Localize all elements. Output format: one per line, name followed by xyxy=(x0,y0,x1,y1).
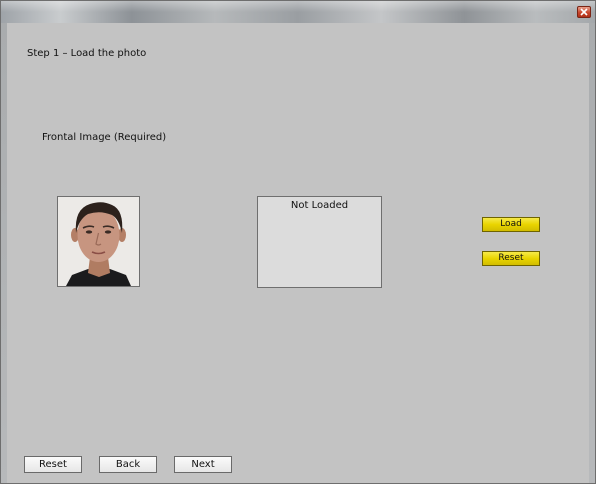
step-title: Step 1 – Load the photo xyxy=(27,48,147,59)
window-frame-right xyxy=(589,23,595,483)
close-icon xyxy=(580,8,588,16)
image-preview-box: Not Loaded xyxy=(257,196,382,288)
frontal-image-label: Frontal Image (Required) xyxy=(42,132,167,143)
next-button[interactable]: Next xyxy=(174,456,232,473)
title-bar[interactable] xyxy=(1,1,595,23)
face-photo xyxy=(58,197,139,286)
reset-button[interactable]: Reset xyxy=(24,456,82,473)
load-button[interactable]: Load xyxy=(482,217,540,232)
reset-image-button[interactable]: Reset xyxy=(482,251,540,266)
frontal-photo xyxy=(57,196,140,287)
window-frame-left xyxy=(1,23,7,483)
back-button[interactable]: Back xyxy=(99,456,157,473)
close-button[interactable] xyxy=(577,6,591,18)
preview-status: Not Loaded xyxy=(290,200,349,211)
